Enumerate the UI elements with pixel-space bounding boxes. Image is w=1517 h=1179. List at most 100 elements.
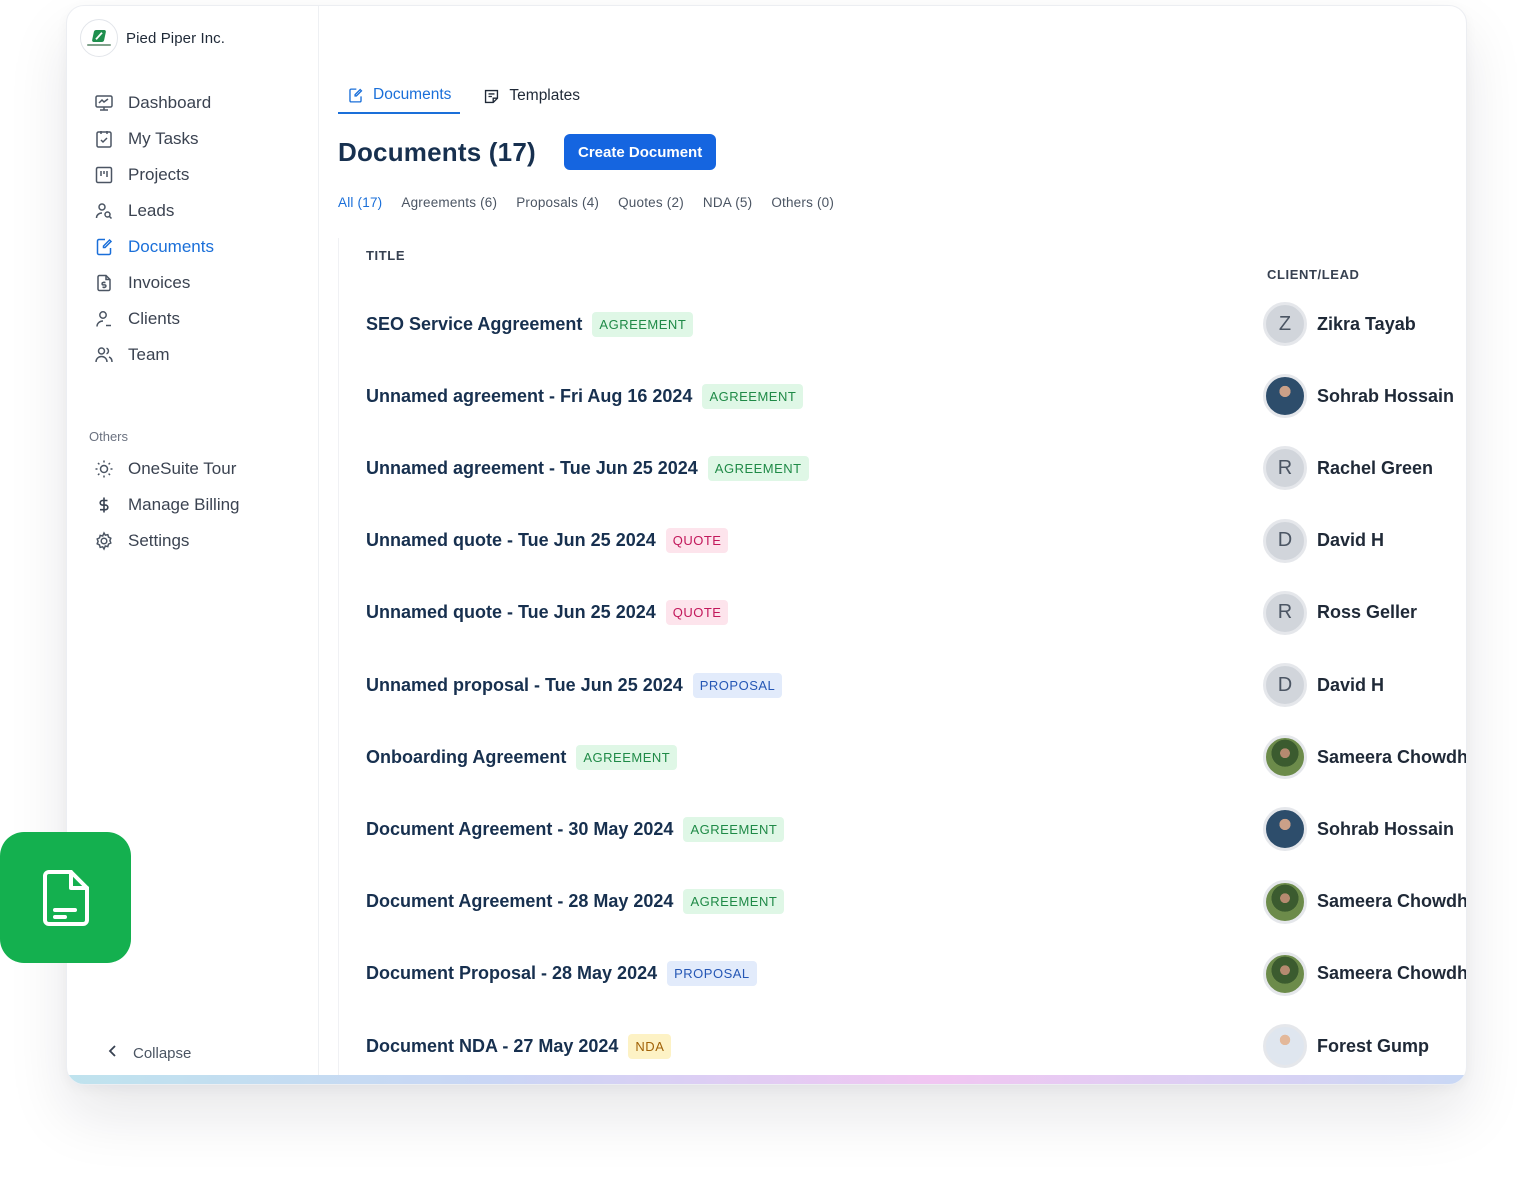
document-title-cell[interactable]: Unnamed quote - Tue Jun 25 2024 QUOTE <box>366 505 729 577</box>
filter-agreements[interactable]: Agreements (6) <box>401 195 497 210</box>
client-cell[interactable]: R Ross Geller <box>1263 577 1417 649</box>
collapse-label: Collapse <box>133 1044 192 1062</box>
client-cell[interactable]: Sameera Chowdhury <box>1263 866 1466 938</box>
sidebar-item-settings[interactable]: Settings <box>93 523 313 559</box>
client-name: David H <box>1317 674 1385 695</box>
gear-icon <box>93 530 115 552</box>
sidebar-item-team[interactable]: Team <box>93 337 313 373</box>
avatar <box>1263 807 1307 852</box>
dollar-icon <box>93 494 115 516</box>
client-cell[interactable]: Z Zikra Tayab <box>1263 288 1416 360</box>
table-row[interactable]: Document Agreement - 28 May 2024 AGREEMEN… <box>339 866 1466 938</box>
document-title-cell[interactable]: Unnamed agreement - Fri Aug 16 2024 AGREE… <box>366 360 804 432</box>
table-row[interactable]: Document Proposal - 28 May 2024 PROPOSAL S… <box>339 938 1467 1010</box>
sidebar-item-leads[interactable]: Leads <box>93 193 313 229</box>
document-title-cell[interactable]: SEO Service Aggreement AGREEMENT <box>366 288 694 360</box>
sidebar-item-label: Dashboard <box>128 93 212 112</box>
document-type-badge: AGREEMENT <box>576 744 678 770</box>
document-title-cell[interactable]: Document NDA - 27 May 2024 NDA <box>366 1010 672 1082</box>
client-cell[interactable]: R Rachel Green <box>1263 432 1433 504</box>
sidebar-item-label: My Tasks <box>128 129 199 148</box>
document-title-cell[interactable]: Document Agreement - 30 May 2024 AGREEMEN… <box>366 793 785 865</box>
dashboard-icon <box>93 92 115 114</box>
sidebar-item-label: Documents <box>128 237 214 256</box>
document-title-cell[interactable]: Unnamed proposal - Tue Jun 25 2024 PROPOS… <box>366 649 783 721</box>
filter-quotes[interactable]: Quotes (2) <box>618 195 684 210</box>
sidebar-item-label: Projects <box>128 165 190 184</box>
document-title-cell[interactable]: Unnamed agreement - Tue Jun 25 2024 AGREE… <box>366 432 809 504</box>
table-row[interactable]: Unnamed quote - Tue Jun 25 2024 QUOTE D Dav… <box>339 505 1466 577</box>
avatar <box>1263 951 1307 996</box>
filter-all[interactable]: All (17) <box>338 195 382 210</box>
others-nav: OneSuite Tour Manage Billing Settings <box>93 451 313 559</box>
column-header-title: TITLE <box>366 248 406 263</box>
documents-icon <box>93 236 115 258</box>
document-type-badge: QUOTE <box>665 528 729 554</box>
sidebar-item-invoices[interactable]: Invoices <box>93 265 313 301</box>
client-name: Sohrab Hossain <box>1317 385 1455 406</box>
sidebar-item-clients[interactable]: Clients <box>93 301 313 337</box>
template-icon <box>483 88 500 105</box>
sidebar-item-onesuite-tour[interactable]: OneSuite Tour <box>93 451 313 487</box>
document-title[interactable]: Document Proposal - 28 May 2024 <box>366 963 657 984</box>
tab-templates[interactable]: Templates <box>474 78 589 114</box>
document-title-cell[interactable]: Document Proposal - 28 May 2024 PROPOSAL <box>366 938 757 1010</box>
table-row[interactable]: Unnamed agreement - Tue Jun 25 2024 AGREE… <box>339 432 1466 504</box>
client-cell[interactable]: D David H <box>1263 649 1384 721</box>
client-cell[interactable]: Forest Gump <box>1263 1010 1429 1082</box>
leads-icon <box>93 200 115 222</box>
table-row[interactable]: Onboarding Agreement AGREEMENT Sameera Cho… <box>339 721 1467 793</box>
sidebar-item-documents[interactable]: Documents <box>93 229 313 265</box>
sidebar-item-dashboard[interactable]: Dashboard <box>93 85 313 121</box>
brand-logo <box>80 19 118 57</box>
document-title[interactable]: Unnamed proposal - Tue Jun 25 2024 <box>366 675 683 696</box>
sidebar-item-label: Team <box>128 345 170 364</box>
document-title[interactable]: Document Agreement - 30 May 2024 <box>366 819 673 840</box>
client-name: Sameera Chowdhury <box>1317 746 1467 767</box>
filter-nda[interactable]: NDA (5) <box>703 195 752 210</box>
document-title[interactable]: SEO Service Aggreement <box>366 314 582 335</box>
document-title[interactable]: Document Agreement - 28 May 2024 <box>366 891 673 912</box>
document-title-cell[interactable]: Unnamed quote - Tue Jun 25 2024 QUOTE <box>366 577 729 649</box>
document-type-badge: AGREEMENT <box>683 816 785 842</box>
document-title[interactable]: Unnamed quote - Tue Jun 25 2024 <box>366 530 656 551</box>
tab-documents[interactable]: Documents <box>338 78 461 114</box>
tab-label: Documents <box>373 86 452 103</box>
table-row[interactable]: Document NDA - 27 May 2024 NDA Forest Gump <box>339 1010 1466 1082</box>
create-document-button[interactable]: Create Document <box>564 134 717 170</box>
document-title[interactable]: Unnamed quote - Tue Jun 25 2024 <box>366 602 656 623</box>
table-row[interactable]: Unnamed quote - Tue Jun 25 2024 QUOTE R Ros… <box>339 577 1466 649</box>
document-type-badge: PROPOSAL <box>692 672 783 698</box>
table-row[interactable]: SEO Service Aggreement AGREEMENT Z Zikra Ta… <box>339 288 1466 360</box>
document-title[interactable]: Onboarding Agreement <box>366 747 566 768</box>
document-title[interactable]: Document NDA - 27 May 2024 <box>366 1036 618 1057</box>
sidebar-item-my-tasks[interactable]: My Tasks <box>93 121 313 157</box>
table-row[interactable]: Unnamed proposal - Tue Jun 25 2024 PROPOS… <box>339 649 1466 721</box>
tasks-icon <box>93 128 115 150</box>
client-cell[interactable]: Sameera Chowdhury <box>1263 938 1467 1010</box>
document-title-cell[interactable]: Document Agreement - 28 May 2024 AGREEMEN… <box>366 866 785 938</box>
client-cell[interactable]: Sohrab Hossain <box>1263 360 1454 432</box>
table-row[interactable]: Unnamed agreement - Fri Aug 16 2024 AGREE… <box>339 360 1466 432</box>
table-row[interactable]: Document Agreement - 30 May 2024 AGREEMEN… <box>339 793 1466 865</box>
sidebar-item-label: OneSuite Tour <box>128 459 237 478</box>
sidebar-item-manage-billing[interactable]: Manage Billing <box>93 487 313 523</box>
document-title[interactable]: Unnamed agreement - Fri Aug 16 2024 <box>366 386 692 407</box>
document-title[interactable]: Unnamed agreement - Tue Jun 25 2024 <box>366 458 698 479</box>
sidebar-item-label: Settings <box>128 531 190 550</box>
page-title: Documents (17) <box>338 137 536 167</box>
sidebar-item-projects[interactable]: Projects <box>93 157 313 193</box>
team-icon <box>93 344 115 366</box>
filter-proposals[interactable]: Proposals (4) <box>516 195 599 210</box>
brand[interactable]: Pied Piper Inc. <box>80 19 225 57</box>
client-cell[interactable]: D David H <box>1263 505 1384 577</box>
tab-label: Templates <box>509 87 581 104</box>
sidebar-item-label: Leads <box>128 201 175 220</box>
client-name: Sameera Chowdhury <box>1317 963 1467 984</box>
collapse-button[interactable]: Collapse <box>107 1044 191 1062</box>
filter-others[interactable]: Others (0) <box>771 195 834 210</box>
client-cell[interactable]: Sohrab Hossain <box>1263 793 1454 865</box>
client-cell[interactable]: Sameera Chowdhury <box>1263 721 1467 793</box>
document-title-cell[interactable]: Onboarding Agreement AGREEMENT <box>366 721 678 793</box>
chevron-left-icon <box>107 1044 119 1062</box>
